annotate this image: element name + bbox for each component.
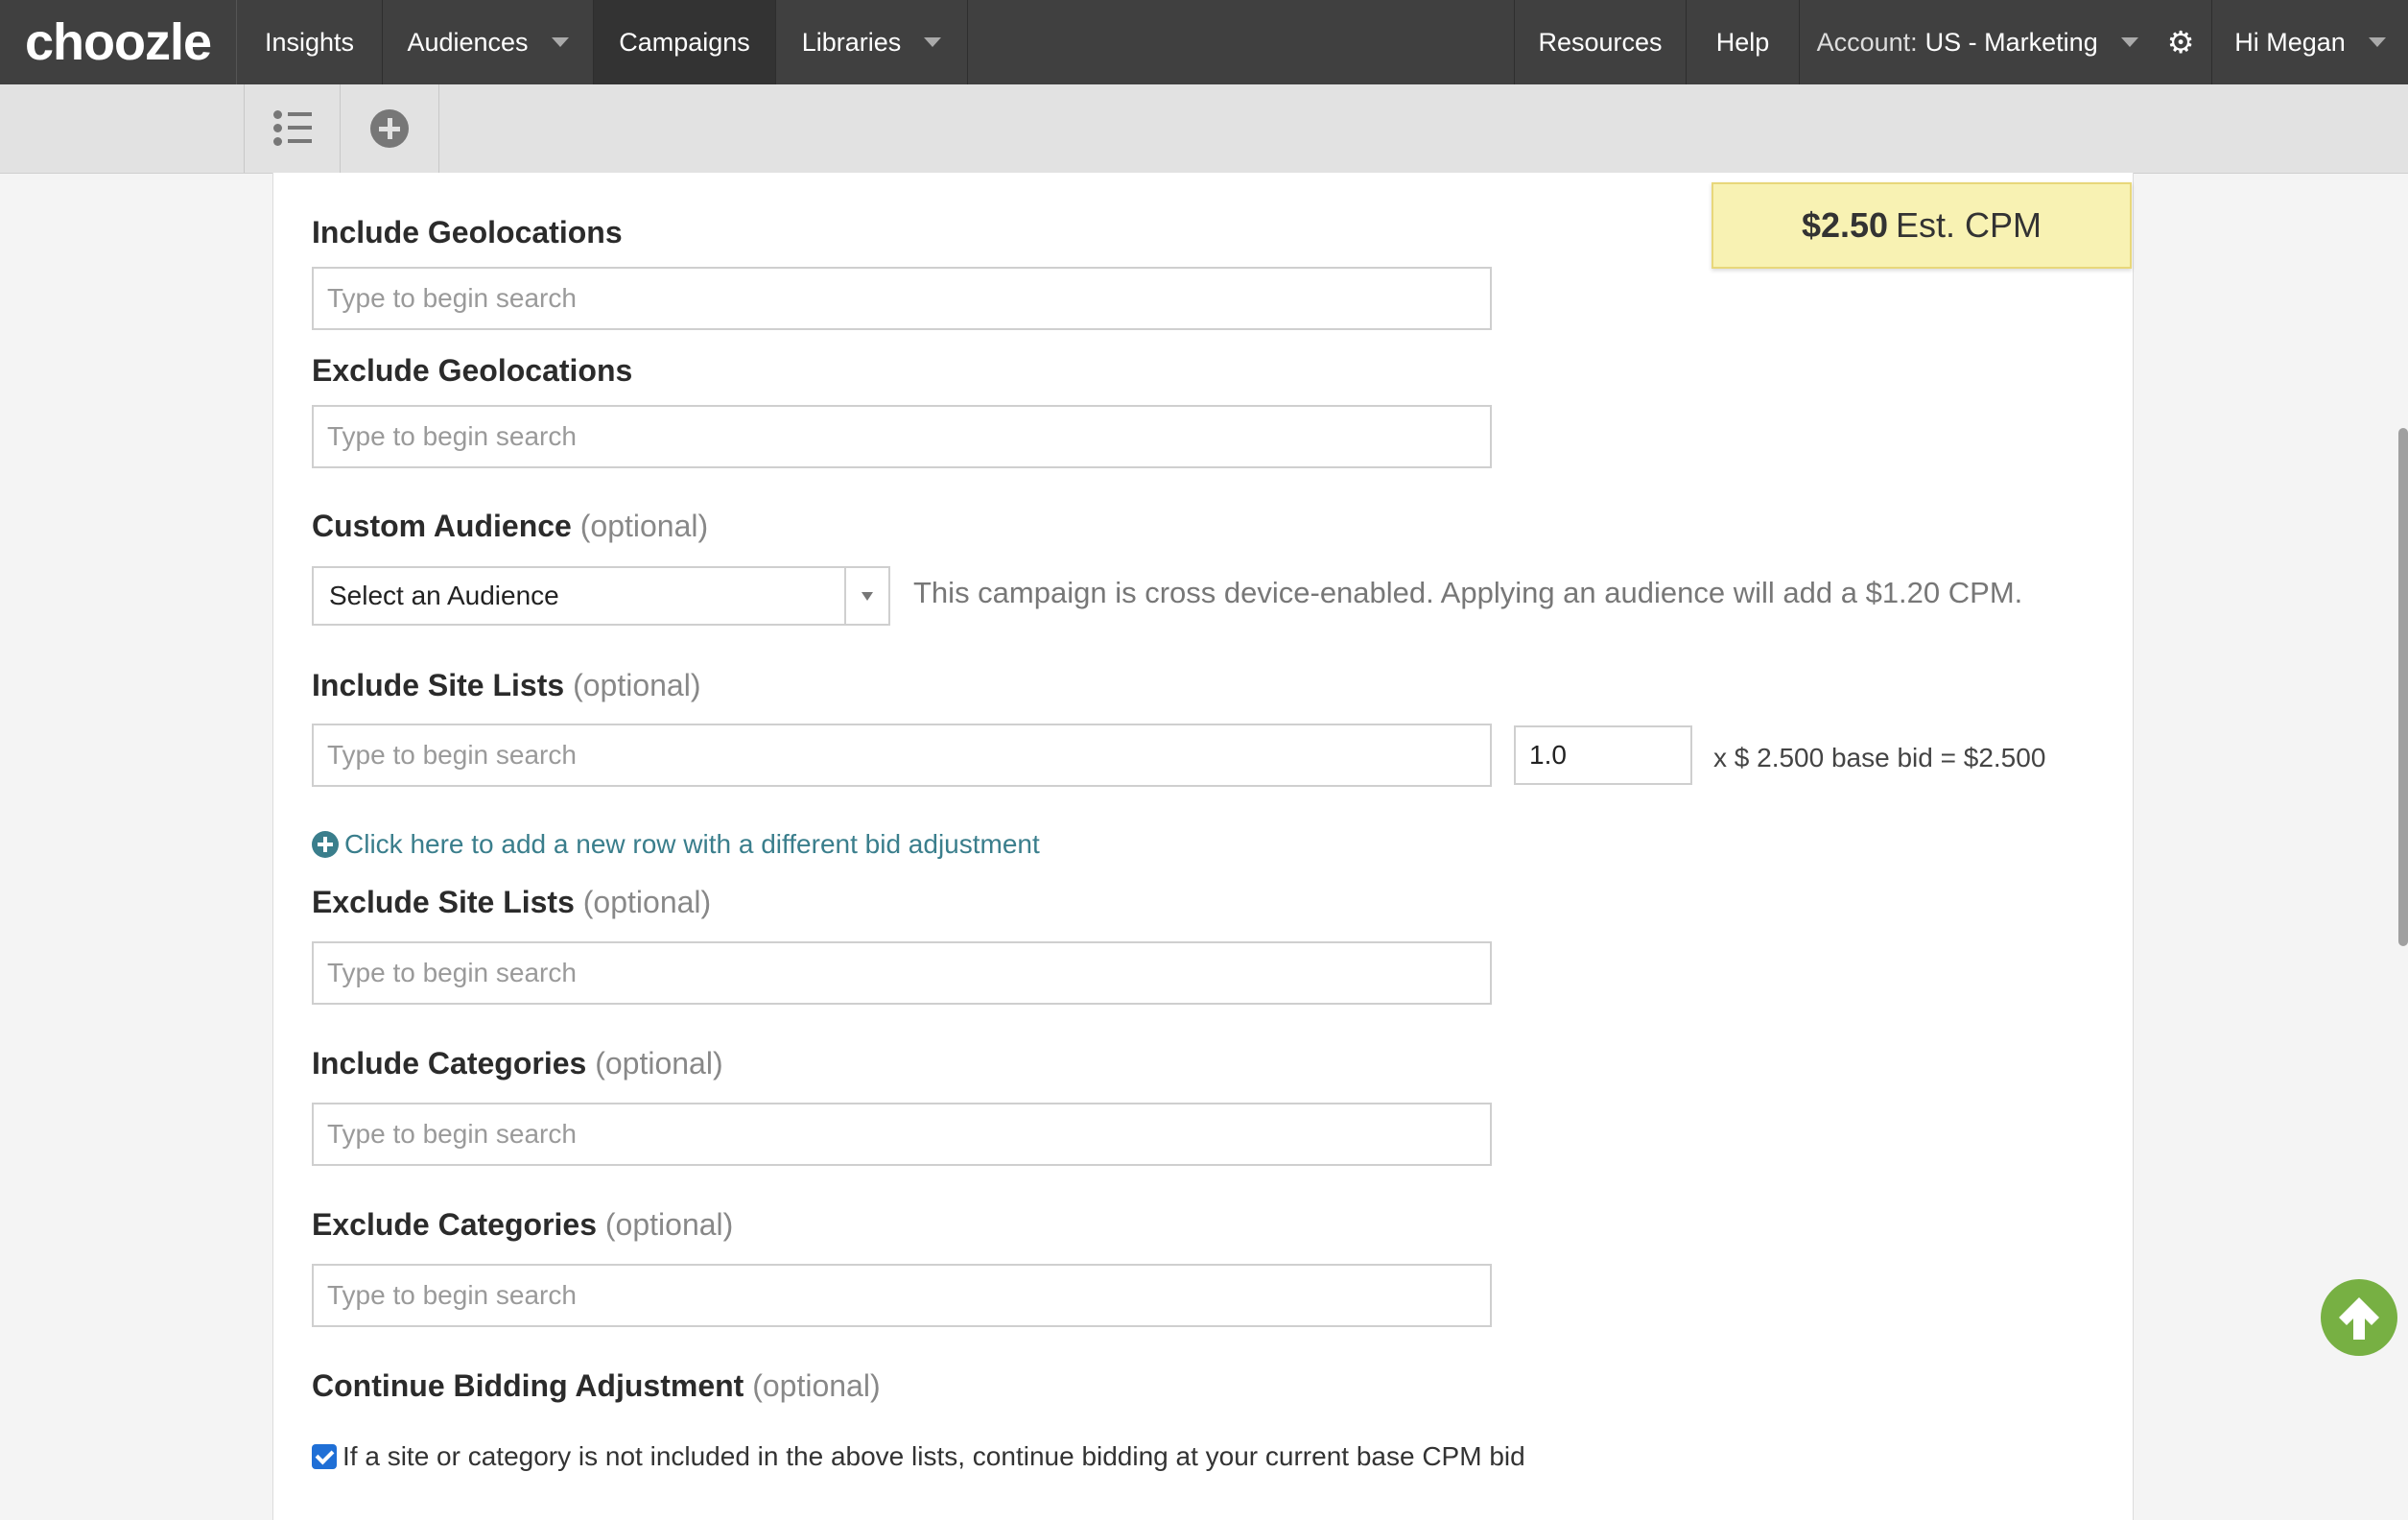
continue-bidding-row: If a site or category is not included in… (312, 1441, 1525, 1472)
chevron-down-icon (924, 37, 942, 47)
scroll-to-top-button[interactable] (2321, 1279, 2397, 1356)
plus-circle-icon (312, 831, 339, 858)
nav-help-label: Help (1715, 27, 1770, 57)
plus-circle-icon (370, 109, 409, 148)
optional-tag: (optional) (604, 1207, 734, 1242)
chevron-down-icon (2120, 37, 2138, 47)
exclude-site-lists-label: Exclude Site Lists (optional) (312, 885, 712, 919)
nav-campaigns-label: Campaigns (619, 27, 750, 57)
nav-audiences-label: Audiences (407, 27, 529, 57)
sub-toolbar (0, 84, 2408, 174)
custom-audience-select[interactable]: Select an Audience (312, 566, 890, 626)
est-cpm-label: Est. CPM (1896, 205, 2042, 245)
list-icon (272, 110, 312, 147)
optional-tag: (optional) (595, 1046, 723, 1081)
include-geolocations-input[interactable] (312, 267, 1492, 330)
list-view-button[interactable] (244, 84, 340, 173)
nav-insights-label: Insights (264, 27, 355, 57)
choozle-logo[interactable]: choozle (0, 0, 237, 84)
user-greeting: Hi Megan (2234, 27, 2346, 57)
add-bid-row-link[interactable]: Click here to add a new row with a diffe… (312, 829, 1040, 860)
continue-bidding-checkbox[interactable] (312, 1444, 337, 1469)
continue-bidding-label: Continue Bidding Adjustment (optional) (312, 1368, 881, 1403)
account-name: US - Marketing (1924, 27, 2098, 57)
nav-insights[interactable]: Insights (237, 0, 383, 84)
account-prefix: Account: (1816, 27, 1918, 57)
include-categories-label: Include Categories (optional) (312, 1046, 723, 1081)
custom-audience-selected: Select an Audience (329, 581, 559, 610)
top-nav: choozle Insights Audiences Campaigns Lib… (0, 0, 2408, 84)
dropdown-arrow-icon (844, 568, 888, 624)
add-campaign-button[interactable] (340, 84, 439, 173)
include-site-lists-label: Include Site Lists (optional) (312, 668, 701, 702)
est-cpm-value: $2.50 (1801, 205, 1889, 245)
est-cpm-badge: $2.50 Est. CPM (1712, 182, 2132, 269)
exclude-geolocations-label: Exclude Geolocations (312, 353, 633, 388)
exclude-categories-input[interactable] (312, 1264, 1492, 1327)
user-menu[interactable]: Hi Megan (2212, 0, 2408, 84)
add-bid-row-text: Click here to add a new row with a diffe… (344, 829, 1040, 859)
exclude-geolocations-input[interactable] (312, 405, 1492, 468)
bid-adjustment-input[interactable] (1514, 725, 1692, 785)
page-scrollbar[interactable] (2398, 428, 2408, 946)
account-selector[interactable]: Account: US - Marketing ⚙ (1800, 0, 2212, 84)
nav-resources-label: Resources (1538, 27, 1663, 57)
custom-audience-label: Custom Audience (optional) (312, 509, 709, 543)
optional-tag: (optional) (573, 668, 701, 702)
include-site-lists-input[interactable] (312, 724, 1492, 787)
continue-bidding-checkbox-label[interactable]: If a site or category is not included in… (342, 1441, 1525, 1472)
exclude-site-lists-input[interactable] (312, 941, 1492, 1005)
nav-help[interactable]: Help (1687, 0, 1800, 84)
nav-audiences[interactable]: Audiences (383, 0, 594, 84)
arrow-up-icon (2339, 1297, 2379, 1340)
exclude-categories-label: Exclude Categories (optional) (312, 1207, 734, 1242)
nav-libraries-label: Libraries (801, 27, 902, 57)
optional-tag: (optional) (752, 1368, 881, 1403)
chevron-down-icon (2368, 37, 2386, 47)
include-categories-input[interactable] (312, 1103, 1492, 1166)
optional-tag: (optional) (582, 885, 712, 919)
include-geolocations-label: Include Geolocations (312, 215, 623, 249)
bid-calculation-text: x $ 2.500 base bid = $2.500 (1713, 743, 2046, 772)
nav-libraries[interactable]: Libraries (776, 0, 968, 84)
nav-campaigns[interactable]: Campaigns (594, 0, 776, 84)
nav-resources[interactable]: Resources (1514, 0, 1687, 84)
cross-device-note: This campaign is cross device-enabled. A… (913, 576, 2023, 609)
optional-tag: (optional) (579, 509, 709, 543)
chevron-down-icon (551, 37, 569, 47)
gear-icon[interactable]: ⚙ (2167, 24, 2195, 60)
